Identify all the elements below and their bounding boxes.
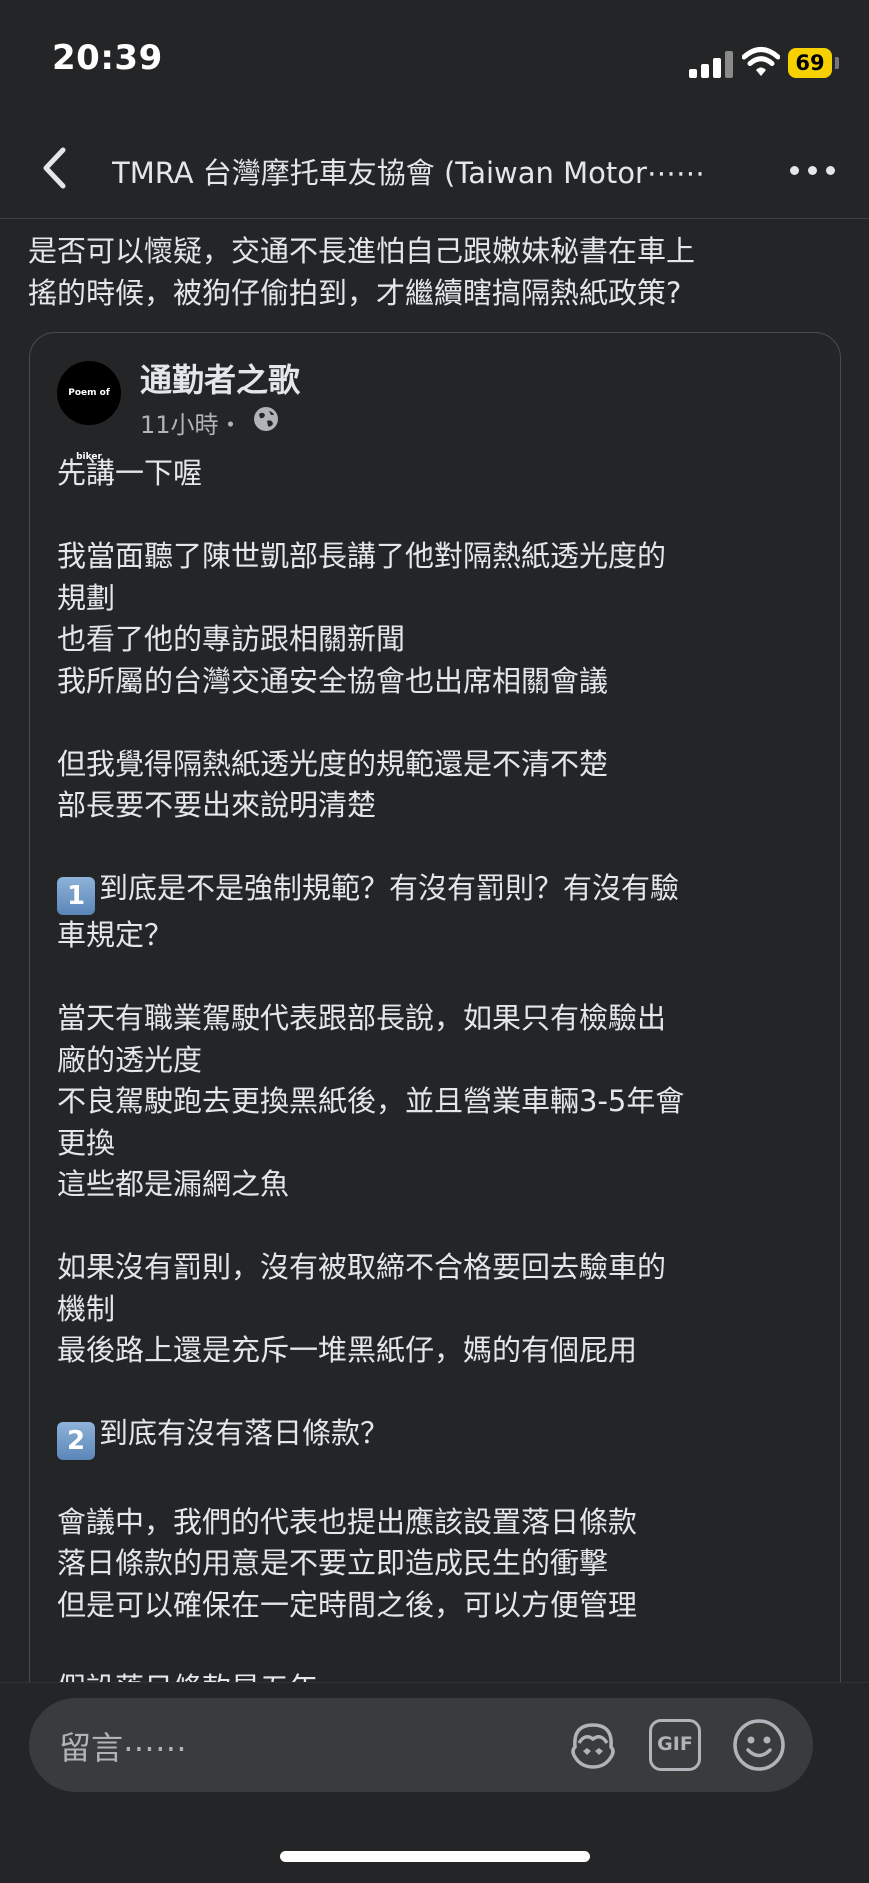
content-line: 會議中，我們的代表也提出應該設置落日條款 bbox=[57, 1504, 638, 1539]
post-content: 先講一下喔 我當面聽了陳世凱部長講了他對隔熱紙透光度的 規劃 也看了他的專訪跟相… bbox=[57, 453, 827, 1709]
content-line: 如果沒有罰則，沒有被取締不合格要回去驗車的 bbox=[57, 1250, 667, 1284]
post-text-line: 是否可以懷疑，交通不長進怕自己跟嫩妹秘書在車上 bbox=[28, 234, 696, 268]
content-line: 最後路上還是充斥一堆黑紙仔，媽的有個屁用 bbox=[57, 1333, 638, 1367]
content-line-text: 到底是不是強制規範？有沒有罰則？有沒有驗 bbox=[99, 871, 680, 905]
group-header: TMRA 台灣摩托車友協會 (Taiwan Motor⋯⋯ bbox=[0, 120, 869, 219]
content-line: 部長要不要出來說明清楚 bbox=[57, 788, 377, 822]
status-bar: 20:39 69 bbox=[0, 0, 869, 120]
status-time: 20:39 bbox=[52, 38, 163, 78]
battery-cap bbox=[835, 57, 839, 69]
content-line: 當天有職業駕駛代表跟部長說，如果只有檢驗出 bbox=[57, 1001, 667, 1035]
battery-indicator: 69 bbox=[788, 48, 832, 78]
content-line: 機制 bbox=[57, 1291, 116, 1326]
gif-icon[interactable]: GIF bbox=[649, 1719, 701, 1771]
content-line: 車規定？ bbox=[57, 918, 174, 952]
keycap-two-icon: 2 bbox=[57, 1422, 95, 1460]
post-text: 是否可以懷疑，交通不長進怕自己跟嫩妹秘書在車上 搖的時候，被狗仔偷拍到，才繼續瞎… bbox=[28, 230, 848, 314]
globe-icon bbox=[254, 407, 278, 431]
content-line: 我所屬的台灣交通安全協會也出席相關會議 bbox=[57, 663, 609, 698]
shared-post-card[interactable]: Poem of biker 通勤者之歌 11小時・ 先講一下喔 我當面聽了陳世凱… bbox=[29, 332, 841, 1733]
content-line: 也看了他的專訪跟相關新聞 bbox=[57, 622, 406, 656]
content-line: 但我覺得隔熱紙透光度的規範還是不清不楚 bbox=[57, 746, 609, 781]
content-line: 我當面聽了陳世凱部長講了他對隔熱紙透光度的 bbox=[57, 539, 667, 573]
content-line: 1 到底是不是強制規範？有沒有罰則？有沒有驗 bbox=[57, 868, 827, 915]
wifi-icon bbox=[742, 47, 780, 76]
avatar-sticker-icon[interactable] bbox=[565, 1717, 621, 1773]
group-title[interactable]: TMRA 台灣摩托車友協會 (Taiwan Motor⋯⋯ bbox=[112, 150, 762, 192]
home-indicator bbox=[280, 1851, 590, 1862]
content-line: 廠的透光度 bbox=[57, 1042, 203, 1077]
cellular-signal-icon bbox=[689, 50, 737, 78]
author-name[interactable]: 通勤者之歌 bbox=[140, 355, 300, 401]
content-line: 但是可以確保在一定時間之後，可以方便管理 bbox=[57, 1587, 638, 1622]
comment-placeholder: 留言⋯⋯ bbox=[59, 1729, 188, 1767]
author-avatar[interactable]: Poem of biker bbox=[57, 361, 121, 462]
comment-bar: 留言⋯⋯ GIF bbox=[0, 1682, 869, 1883]
content-line: 落日條款的用意是不要立即造成民生的衝擊 bbox=[57, 1546, 609, 1580]
post-timestamp: 11小時・ bbox=[140, 411, 243, 439]
content-line: 規劃 bbox=[57, 580, 116, 615]
content-line: 2 到底有沒有落日條款？ bbox=[57, 1413, 827, 1460]
content-line-text: 到底有沒有落日條款？ bbox=[99, 1416, 390, 1450]
comment-input[interactable]: 留言⋯⋯ GIF bbox=[29, 1698, 813, 1792]
content-line: 更換 bbox=[57, 1125, 116, 1160]
content-line: 先講一下喔 bbox=[57, 456, 203, 490]
content-line: 不良駕駛跑去更換黑紙後，並且營業車輛3-5年會 bbox=[57, 1084, 685, 1118]
more-options-icon[interactable] bbox=[788, 154, 838, 184]
emoji-icon[interactable] bbox=[731, 1717, 787, 1773]
content-line: 這些都是漏網之魚 bbox=[57, 1167, 290, 1201]
post-text-line: 搖的時候，被狗仔偷拍到，才繼續瞎搞隔熱紙政策? bbox=[28, 276, 682, 310]
back-arrow-icon[interactable] bbox=[36, 144, 76, 192]
keycap-one-icon: 1 bbox=[57, 877, 95, 915]
